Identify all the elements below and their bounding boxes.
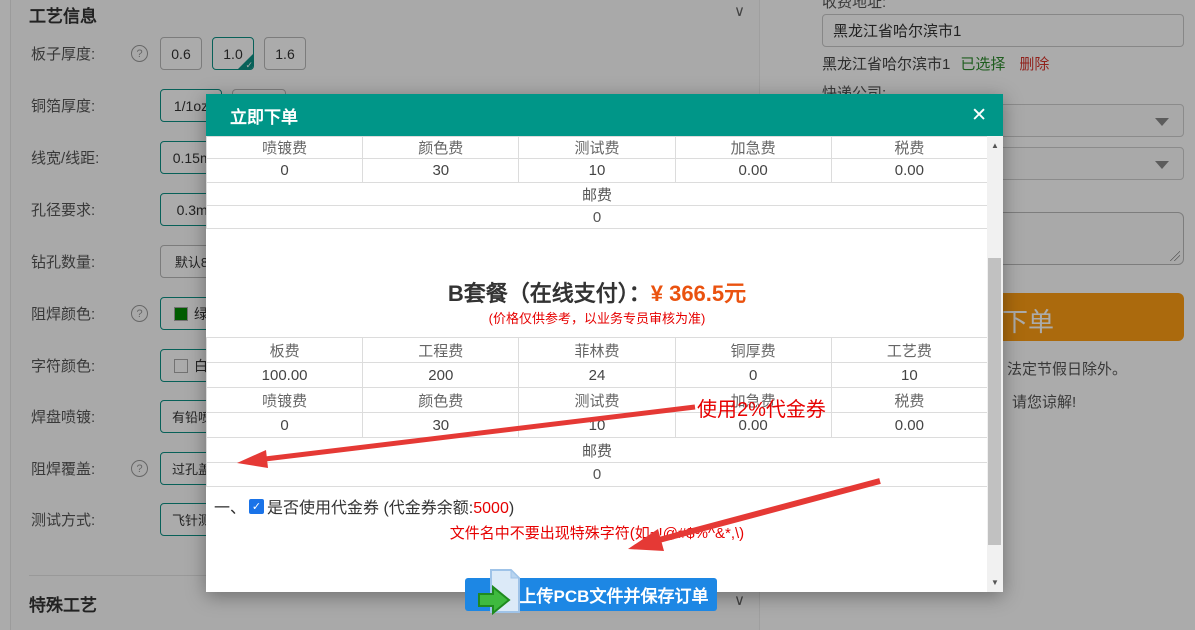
scroll-up-icon[interactable]: ▲ [987,138,1003,153]
modal-scrollbar[interactable]: ▲ ▼ [987,136,1003,592]
fee-value: 0.00 [831,159,987,183]
modal-title: 立即下单 [230,103,298,128]
fee-value: 0.00 [831,413,987,438]
postage-value: 0 [207,206,988,229]
fee-table-top: 喷镀费 颜色费 测试费 加急费 税费 0 30 10 0.00 0.00 邮费 … [206,136,988,229]
fee-header: 加急费 [675,137,831,159]
fee-header: 铜厚费 [675,338,831,363]
fee-value: 100.00 [207,363,363,388]
fee-header: 税费 [831,388,987,413]
fee-header: 喷镀费 [207,137,363,159]
order-now-modal: 立即下单 ✕ 喷镀费 颜色费 测试费 加急费 税费 0 30 10 0.00 0… [206,94,1003,592]
modal-body: 喷镀费 颜色费 测试费 加急费 税费 0 30 10 0.00 0.00 邮费 … [206,136,987,592]
package-price-title: B套餐（在线支付）：¥ 366.5元 [206,276,988,308]
fee-header: 测试费 [519,137,675,159]
voucher-balance: 5000 [473,500,509,517]
upload-file-icon [477,568,521,623]
fee-header: 颜色费 [363,388,519,413]
fee-value: 200 [363,363,519,388]
filename-warning: 文件名中不要出现特殊字符(如~!@#$%^&*,\) [206,522,988,543]
fee-header: 测试费 [519,388,675,413]
fee-header: 工程费 [363,338,519,363]
fee-value: 10 [519,159,675,183]
fee-value: 30 [363,413,519,438]
fee-header: 颜色费 [363,137,519,159]
list-prefix: 一、 [214,494,246,518]
fee-header: 菲林费 [519,338,675,363]
fee-value: 0.00 [675,159,831,183]
postage-value: 0 [207,463,988,487]
close-icon[interactable]: ✕ [971,104,987,127]
fee-value: 0 [207,159,363,183]
voucher-label: 是否使用代金券 (代金券余额:5000) [267,494,514,518]
voucher-checkbox[interactable]: ✓ [249,499,264,514]
fee-header: 税费 [831,137,987,159]
price-value: ¥ 366.5元 [651,281,746,306]
fee-header: 板费 [207,338,363,363]
fee-header: 喷镀费 [207,388,363,413]
scroll-down-icon[interactable]: ▼ [987,575,1003,590]
scrollbar-thumb[interactable] [988,258,1001,545]
modal-header: 立即下单 ✕ [206,94,1003,136]
fee-value: 0 [675,363,831,388]
fee-value: 10 [831,363,987,388]
upload-pcb-button[interactable]: 上传PCB文件并保存订单 [465,578,717,611]
voucher-tip-annotation: 使用2%代金券 [697,393,826,422]
fee-value: 0 [207,413,363,438]
fee-value: 24 [519,363,675,388]
price-disclaimer: (价格仅供参考，以业务专员审核为准) [206,308,988,327]
postage-label: 邮费 [207,183,988,206]
postage-label: 邮费 [207,438,988,463]
fee-header: 工艺费 [831,338,987,363]
fee-value: 30 [363,159,519,183]
fee-table-main: 板费 工程费 菲林费 铜厚费 工艺费 100.00 200 24 0 10 喷镀… [206,337,988,487]
fee-value: 10 [519,413,675,438]
voucher-row: 一、 ✓ 是否使用代金券 (代金券余额:5000) [214,494,514,518]
